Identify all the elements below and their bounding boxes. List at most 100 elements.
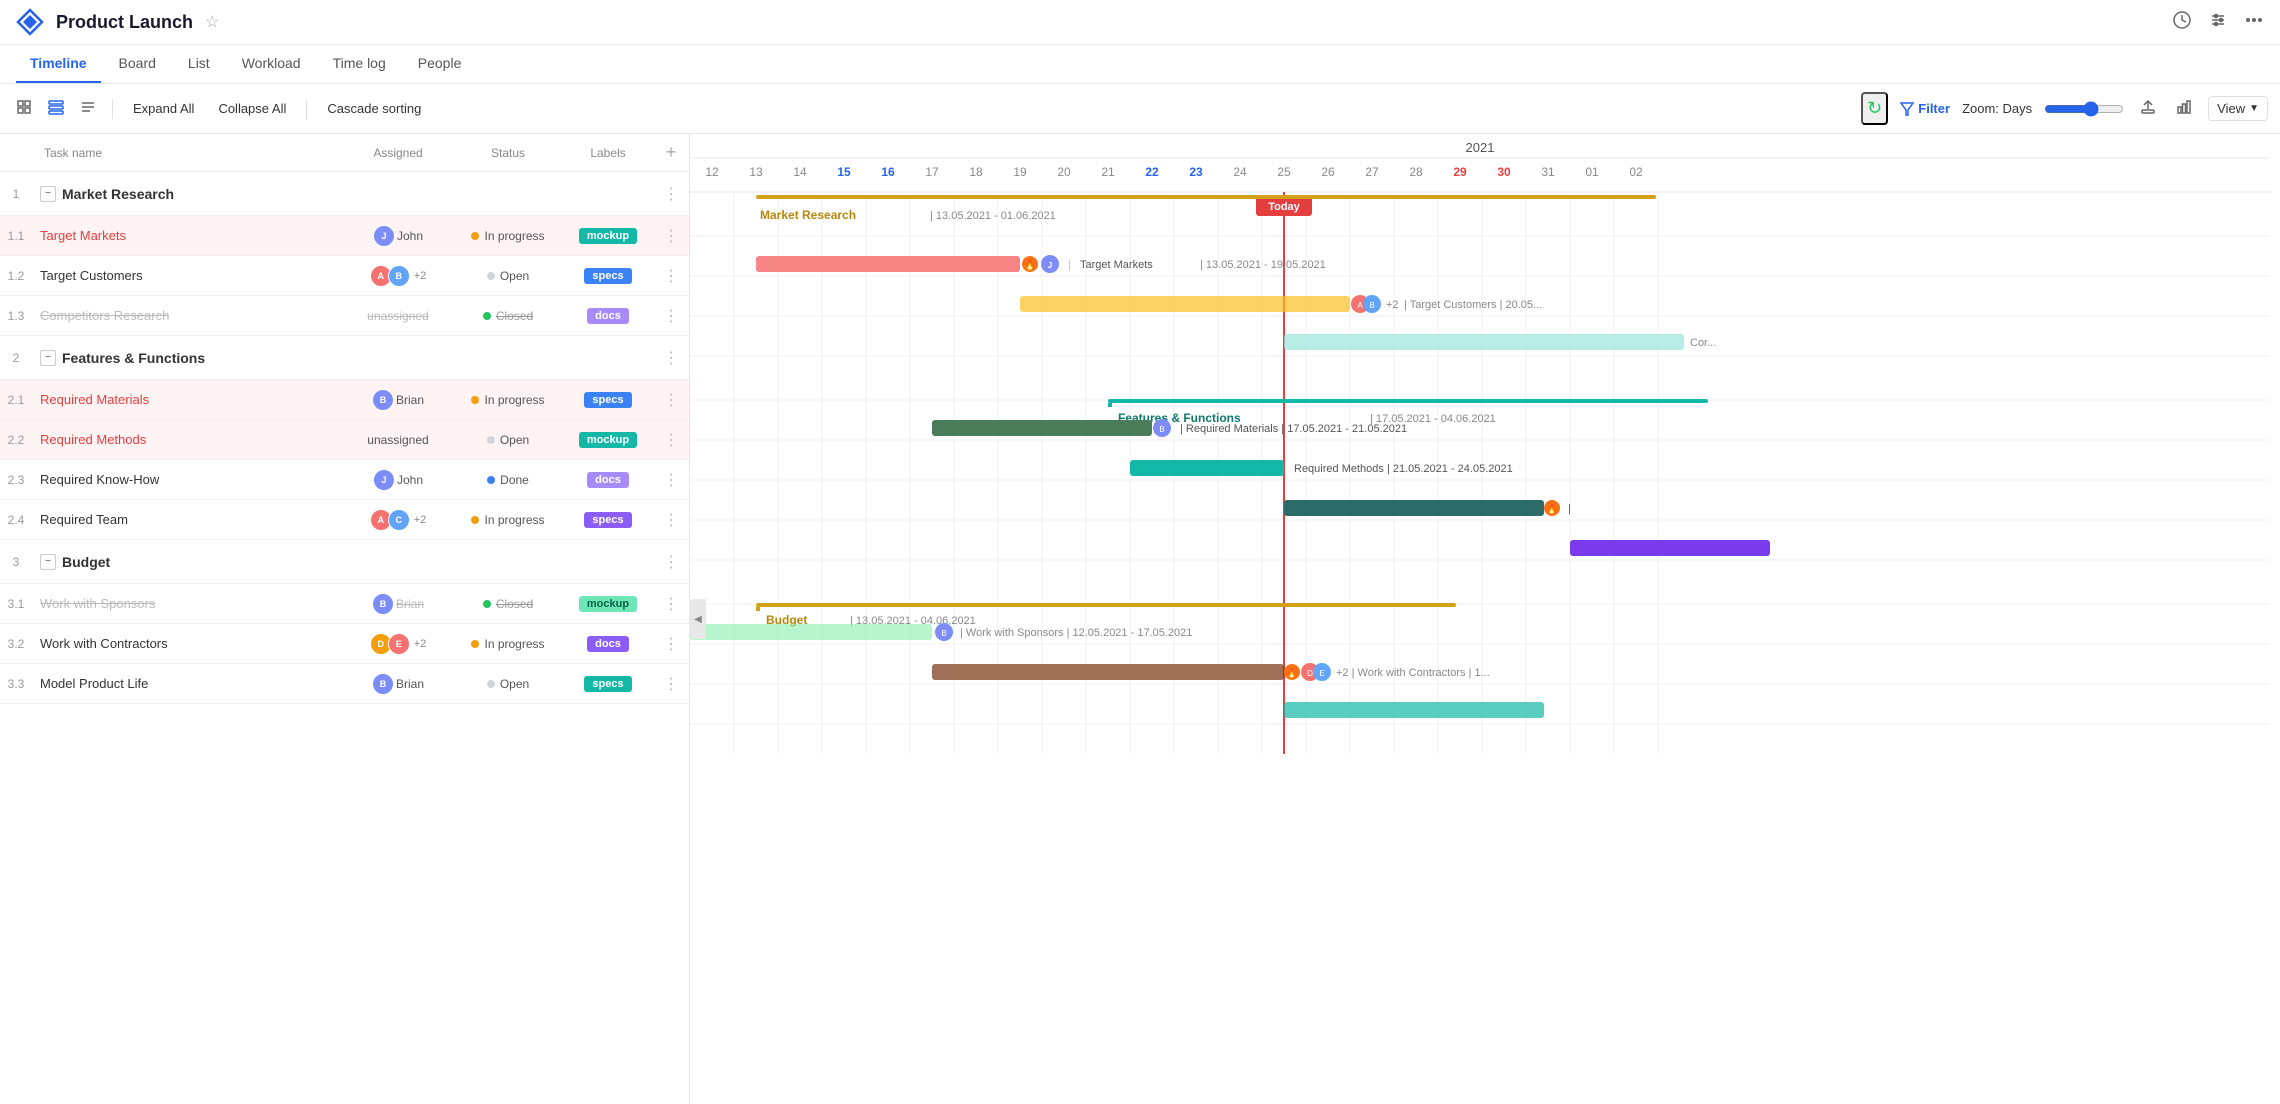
main-content: Task name Assigned Status Labels + 1 − M… bbox=[0, 134, 2280, 1104]
plus-count: +2 bbox=[414, 514, 427, 526]
label-badge: mockup bbox=[579, 228, 637, 244]
tab-workload[interactable]: Workload bbox=[228, 45, 315, 83]
labels-cell: docs bbox=[563, 632, 653, 656]
svg-text:| 13.05.2021 - 19.05.2021: | 13.05.2021 - 19.05.2021 bbox=[1200, 259, 1326, 271]
table-row: 3.3 Model Product Life B Brian Open spec… bbox=[0, 664, 689, 704]
settings-button[interactable] bbox=[2208, 10, 2228, 35]
row-menu-button[interactable]: ⋮ bbox=[657, 264, 685, 288]
tab-list[interactable]: List bbox=[174, 45, 224, 83]
col-add-btn[interactable]: + bbox=[653, 134, 689, 171]
cascade-sort-button[interactable]: Cascade sorting bbox=[319, 97, 429, 120]
row-menu-button[interactable]: ⋮ bbox=[657, 508, 685, 532]
labels-cell: specs bbox=[563, 672, 653, 696]
row-number: 3.2 bbox=[0, 637, 32, 651]
col-header-labels: Labels bbox=[563, 138, 653, 168]
row-menu-button[interactable]: ⋮ bbox=[657, 182, 685, 206]
task-name: Target Customers bbox=[40, 268, 143, 283]
task-name[interactable]: Target Markets bbox=[40, 228, 126, 243]
assigned-cell: B Brian bbox=[343, 385, 453, 415]
row-menu-button[interactable]: ⋮ bbox=[657, 672, 685, 696]
view-mode-icon1[interactable] bbox=[12, 95, 36, 122]
chart-icon[interactable] bbox=[2172, 95, 2196, 122]
view-mode-icon3[interactable] bbox=[76, 95, 100, 122]
more-button[interactable] bbox=[2244, 10, 2264, 35]
filter-button[interactable]: Filter bbox=[1900, 101, 1950, 116]
table-row: 1.2 Target Customers A B +2 Open specs ⋮ bbox=[0, 256, 689, 296]
tab-board[interactable]: Board bbox=[105, 45, 170, 83]
tab-timelog[interactable]: Time log bbox=[319, 45, 400, 83]
group-toggle[interactable]: − bbox=[40, 554, 56, 570]
assigned-text: Brian bbox=[396, 597, 424, 611]
assigned-cell bbox=[343, 354, 453, 362]
row-menu-cell: ⋮ bbox=[653, 182, 689, 206]
label-badge: specs bbox=[584, 392, 631, 408]
row-menu-button[interactable]: ⋮ bbox=[657, 632, 685, 656]
row-menu-cell: ⋮ bbox=[653, 468, 689, 492]
view-mode-icon2[interactable] bbox=[44, 95, 68, 122]
export-icon[interactable] bbox=[2136, 95, 2160, 122]
status-cell bbox=[453, 558, 563, 566]
col-header-assigned: Assigned bbox=[343, 138, 453, 168]
status-dot bbox=[483, 600, 491, 608]
task-name-cell: Required Materials bbox=[32, 388, 343, 411]
label-badge: mockup bbox=[579, 432, 637, 448]
row-menu-button[interactable]: ⋮ bbox=[657, 550, 685, 574]
row-number: 1.3 bbox=[0, 309, 32, 323]
row-number: 2.1 bbox=[0, 393, 32, 407]
unassigned-text: unassigned bbox=[367, 309, 428, 323]
expand-all-button[interactable]: Expand All bbox=[125, 97, 202, 120]
task-name: Required Team bbox=[40, 512, 128, 527]
row-menu-button[interactable]: ⋮ bbox=[657, 388, 685, 412]
group-toggle[interactable]: − bbox=[40, 350, 56, 366]
zoom-slider[interactable] bbox=[2044, 101, 2124, 117]
status-cell: Open bbox=[453, 673, 563, 695]
avatar: B bbox=[372, 389, 394, 411]
row-menu-button[interactable]: ⋮ bbox=[657, 592, 685, 616]
history-button[interactable] bbox=[2172, 10, 2192, 35]
assigned-cell bbox=[343, 558, 453, 566]
assigned-cell: A B +2 bbox=[343, 261, 453, 291]
svg-text:21: 21 bbox=[1101, 165, 1115, 179]
assigned-cell: unassigned bbox=[343, 429, 453, 451]
group-toggle[interactable]: − bbox=[40, 186, 56, 202]
svg-text:29: 29 bbox=[1453, 165, 1467, 179]
avatar: J bbox=[373, 225, 395, 247]
svg-text:Today: Today bbox=[1268, 201, 1300, 213]
tab-timeline[interactable]: Timeline bbox=[16, 45, 101, 83]
task-name: Required Know-How bbox=[40, 472, 159, 487]
row-menu-button[interactable]: ⋮ bbox=[657, 428, 685, 452]
svg-text:19: 19 bbox=[1013, 165, 1027, 179]
task-name-cell: Required Know-How bbox=[32, 468, 343, 491]
row-number: 1 bbox=[0, 187, 32, 201]
collapse-handle[interactable]: ◀ bbox=[690, 599, 706, 639]
row-number: 3.3 bbox=[0, 677, 32, 691]
col-header-status: Status bbox=[453, 138, 563, 168]
status-dot bbox=[487, 680, 495, 688]
collapse-all-button[interactable]: Collapse All bbox=[210, 97, 294, 120]
label-badge: mockup bbox=[579, 596, 637, 612]
svg-text:E: E bbox=[1319, 669, 1324, 678]
svg-text:🔥: 🔥 bbox=[1024, 258, 1036, 271]
row-menu-button[interactable]: ⋮ bbox=[657, 468, 685, 492]
status-text: Open bbox=[500, 269, 529, 283]
row-number: 1.2 bbox=[0, 269, 32, 283]
task-name[interactable]: Required Methods bbox=[40, 432, 146, 447]
row-menu-button[interactable]: ⋮ bbox=[657, 304, 685, 328]
svg-text:|: | bbox=[1068, 257, 1071, 271]
task-name-cell: − Features & Functions bbox=[32, 346, 343, 370]
svg-text:|: | bbox=[1568, 503, 1571, 515]
labels-cell: mockup bbox=[563, 224, 653, 248]
svg-text:16: 16 bbox=[881, 165, 895, 179]
row-menu-button[interactable]: ⋮ bbox=[657, 224, 685, 248]
task-name[interactable]: Required Materials bbox=[40, 392, 149, 407]
tab-people[interactable]: People bbox=[404, 45, 476, 83]
refresh-button[interactable]: ↻ bbox=[1861, 92, 1888, 125]
row-menu-button[interactable]: ⋮ bbox=[657, 346, 685, 370]
toolbar-divider2 bbox=[306, 99, 307, 119]
assigned-cell: B Brian bbox=[343, 589, 453, 619]
toolbar: Expand All Collapse All Cascade sorting … bbox=[0, 84, 2280, 134]
star-icon[interactable]: ☆ bbox=[205, 12, 219, 32]
label-badge: docs bbox=[587, 308, 629, 324]
label-badge: specs bbox=[584, 268, 631, 284]
view-button[interactable]: View ▼ bbox=[2208, 96, 2268, 121]
